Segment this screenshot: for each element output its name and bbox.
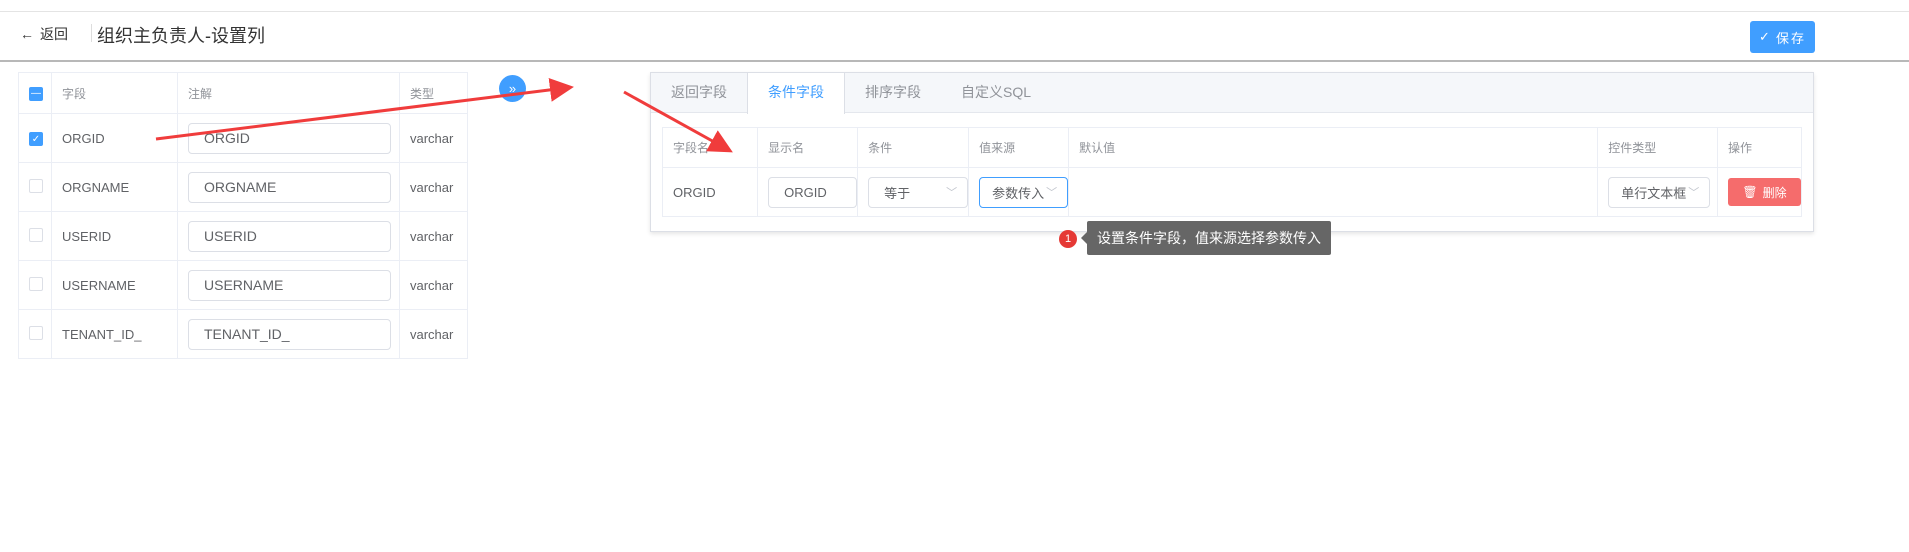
field-cell: ORGNAME [51,162,178,212]
column-header: 字段 [51,72,178,114]
table-row: USERNAME USERNAME varchar [18,260,468,310]
comment-input[interactable]: ORGNAME [188,171,391,203]
row-checkbox[interactable] [29,325,43,340]
input-value: ORGID [784,184,827,200]
tab-condition-fields[interactable]: 条件字段 [747,73,845,114]
condition-table: 字段名 显示名 条件 值来源 默认值 控件类型 操作 ORGID ORGID 等… [661,127,1802,217]
table-row: ✓ ORGID ORGID varchar [18,113,468,163]
back-label: 返回 [40,26,68,42]
divider [91,24,92,42]
comment-input[interactable]: USERID [188,220,391,252]
delete-button[interactable]: 🗑 删除 [1728,178,1801,206]
column-header: 类型 [399,72,468,114]
input-value: USERID [204,228,257,244]
settings-panel: 返回字段 条件字段 排序字段 自定义SQL 字段名 显示名 条件 值来源 默认值… [650,72,1814,232]
column-header: 条件 [857,127,970,168]
tab-sort-fields[interactable]: 排序字段 [845,73,941,112]
table-row: ORGID ORGID 等于 ﹀ 参数传入 ﹀ 单行文本框 ﹀ 🗑 删除 [661,167,1802,217]
input-value: ORGNAME [204,179,277,195]
trash-icon: 🗑 [1742,185,1758,199]
checkbox-cell [18,309,52,359]
checkbox-cell [18,260,52,310]
input-value: TENANT_ID_ [204,326,290,342]
comment-input[interactable]: ORGID [188,122,391,154]
column-header: 注解 [177,72,400,114]
type-cell: varchar [399,113,468,163]
page-header [0,12,1909,62]
double-chevron-right-icon: » [508,81,517,96]
chevron-down-icon: ﹀ [946,187,958,199]
column-header: 值来源 [968,127,1070,168]
checkbox-cell [18,162,52,212]
select-value: 参数传入 [992,185,1045,201]
browser-bookmark-strip [0,0,1909,12]
comment-cell: USERID [177,211,400,261]
table-header-row: — 字段 注解 类型 [18,72,468,114]
select-value: 单行文本框 [1621,185,1687,201]
control-type-select[interactable]: 单行文本框 ﹀ [1608,176,1711,208]
row-checkbox[interactable] [29,276,43,291]
select-all-checkbox[interactable]: — [29,86,43,101]
display-name-input[interactable]: ORGID [768,176,858,208]
row-checkbox[interactable]: ✓ [29,132,43,147]
field-name-cell: ORGID [661,167,759,217]
comment-cell: ORGNAME [177,162,400,212]
column-header: 控件类型 [1597,127,1718,168]
type-cell: varchar [399,260,468,310]
type-cell: varchar [399,309,468,359]
condition-select[interactable]: 等于 ﹀ [868,176,969,208]
tab-return-fields[interactable]: 返回字段 [651,73,747,112]
field-cell: USERID [51,211,178,261]
select-value: 等于 [884,185,911,201]
column-header: 字段名 [661,127,759,168]
checkbox-cell: ✓ [18,113,52,163]
select-all-cell: — [18,72,52,114]
comment-cell: TENANT_ID_ [177,309,400,359]
source-cell: 参数传入 ﹀ [968,167,1070,217]
table-row: TENANT_ID_ TENANT_ID_ varchar [18,309,468,359]
column-header: 显示名 [757,127,859,168]
condition-cell: 等于 ﹀ [857,167,970,217]
input-value: USERNAME [204,277,284,293]
tab-custom-sql[interactable]: 自定义SQL [941,73,1051,112]
field-cell: TENANT_ID_ [51,309,178,359]
action-cell: 🗑 删除 [1717,167,1802,217]
comment-cell: USERNAME [177,260,400,310]
row-checkbox[interactable] [29,227,43,242]
column-header: 默认值 [1068,127,1599,168]
table-row: USERID USERID varchar [18,211,468,261]
page-title: 组织主负责人-设置列 [97,26,265,46]
delete-label: 删除 [1762,185,1787,200]
chevron-down-icon: ﹀ [1046,187,1058,199]
field-table: — 字段 注解 类型 ✓ ORGID ORGID varchar ORGNAME… [18,72,468,359]
row-checkbox[interactable] [29,178,43,193]
tab-bar: 返回字段 条件字段 排序字段 自定义SQL [651,73,1813,114]
type-cell: varchar [399,162,468,212]
move-right-button[interactable]: » [499,75,526,102]
arrow-left-icon: ← [20,26,34,42]
save-label: 保存 [1775,30,1806,46]
control-type-cell: 单行文本框 ﹀ [1597,167,1718,217]
chevron-down-icon: ﹀ [1688,187,1700,199]
step-badge: 1 [1059,230,1077,248]
save-button[interactable]: ✓ 保存 [1750,21,1815,53]
annotation-tooltip: 设置条件字段，值来源选择参数传入 [1081,221,1331,255]
back-button[interactable]: ← 返回 [20,24,68,44]
field-cell: USERNAME [51,260,178,310]
input-value: ORGID [204,130,250,146]
type-cell: varchar [399,211,468,261]
table-header-row: 字段名 显示名 条件 值来源 默认值 控件类型 操作 [661,127,1802,168]
checkbox-cell [18,211,52,261]
column-header: 操作 [1717,127,1802,168]
value-source-select[interactable]: 参数传入 ﹀ [979,176,1069,208]
default-value-cell [1068,167,1599,217]
comment-input[interactable]: TENANT_ID_ [188,318,391,350]
check-icon: ✓ [1759,29,1772,44]
comment-cell: ORGID [177,113,400,163]
display-name-cell: ORGID [757,167,859,217]
field-cell: ORGID [51,113,178,163]
comment-input[interactable]: USERNAME [188,269,391,301]
table-row: ORGNAME ORGNAME varchar [18,162,468,212]
